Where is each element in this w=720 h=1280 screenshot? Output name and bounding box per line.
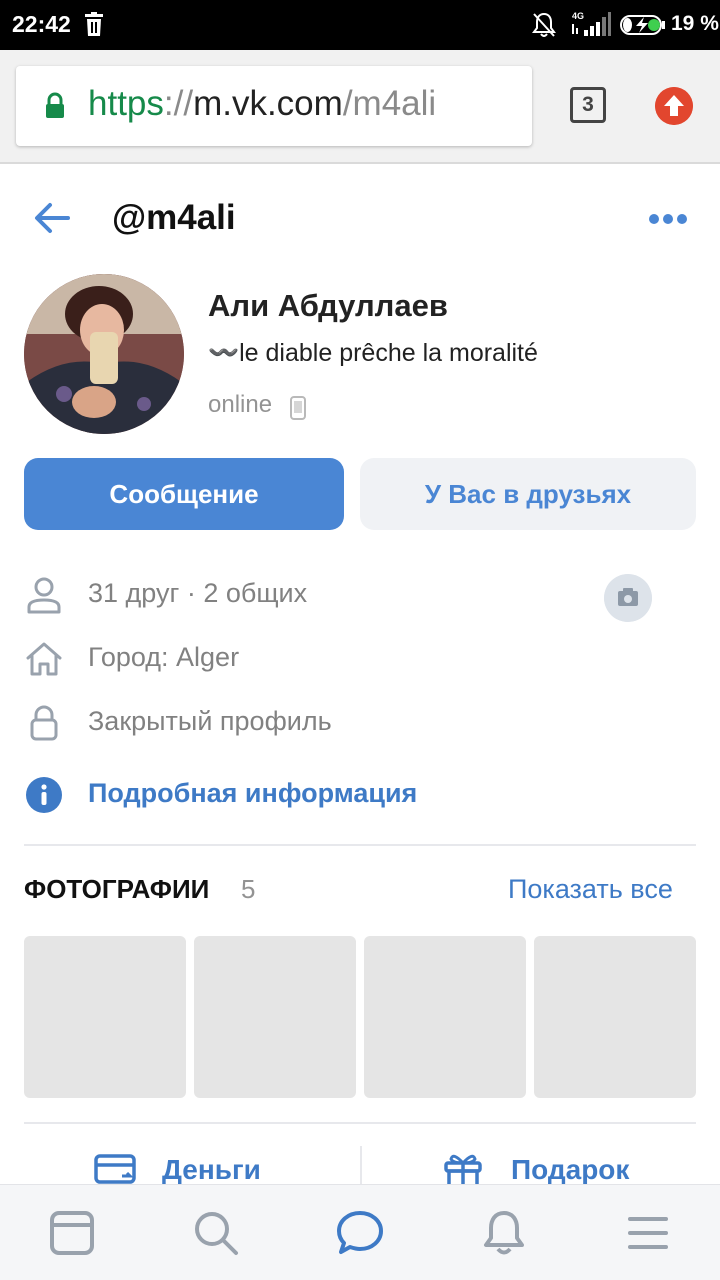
browser-toolbar: https://m.vk.com/m4ali 3	[0, 50, 720, 164]
mobile-icon	[290, 396, 306, 420]
back-arrow-icon[interactable]	[30, 196, 74, 240]
friends-row[interactable]: 31 друг · 2 общих	[24, 572, 704, 616]
gift-label: Подарок	[511, 1154, 630, 1185]
divider	[24, 844, 696, 846]
message-button[interactable]: Сообщение	[24, 458, 344, 530]
closed-profile-text: Закрытый профиль	[88, 706, 332, 736]
search-icon[interactable]	[192, 1209, 240, 1257]
divider	[360, 1146, 362, 1186]
profile-status: 〰️le diable prêche la moralité	[208, 339, 538, 367]
lock-icon	[30, 705, 58, 741]
online-status: online	[208, 391, 273, 418]
friends-text: 31 друг · 2 общих	[88, 578, 308, 608]
profile-name: Али Абдуллаев	[208, 288, 448, 323]
battery-icon	[620, 15, 665, 35]
tab-switcher-button[interactable]: 3	[570, 87, 606, 123]
city-row: Город: Alger	[24, 636, 704, 680]
feed-icon[interactable]	[48, 1209, 96, 1257]
info-icon	[26, 777, 62, 813]
money-label: Деньги	[162, 1154, 261, 1185]
notifications-icon[interactable]	[480, 1209, 528, 1257]
trash-icon	[85, 12, 103, 36]
photo-thumbnail[interactable]	[24, 936, 186, 1098]
photo-thumbnail[interactable]	[534, 936, 696, 1098]
photos-title: ФОТОГРАФИИ	[24, 874, 210, 904]
money-card-icon	[94, 1154, 136, 1184]
city-text: Город: Alger	[88, 642, 240, 672]
friends-button[interactable]: У Вас в друзьях	[360, 458, 696, 530]
show-all-photos-link[interactable]: Показать все	[508, 874, 673, 905]
more-options-icon[interactable]	[640, 206, 696, 232]
camera-icon[interactable]	[604, 574, 652, 622]
menu-icon[interactable]	[624, 1209, 672, 1257]
home-icon	[26, 642, 62, 676]
details-link[interactable]: Подробная информация	[88, 778, 417, 809]
upload-icon[interactable]	[655, 87, 693, 125]
url-text[interactable]: https://m.vk.com/m4ali	[88, 84, 436, 124]
svg-text:4G: 4G	[572, 11, 584, 21]
signal-icon: 4G	[572, 11, 611, 36]
gift-icon	[444, 1154, 482, 1188]
status-bar: 22:42 4G 19 %	[0, 0, 720, 50]
photo-thumbnail[interactable]	[194, 936, 356, 1098]
battery-percent: 19 %	[671, 12, 719, 35]
photos-count: 5	[241, 874, 256, 904]
user-icon	[27, 577, 61, 614]
lock-icon	[46, 92, 64, 118]
bottom-navigation	[0, 1184, 720, 1280]
notifications-off-icon	[532, 12, 556, 37]
closed-profile-row: Закрытый профиль	[24, 700, 704, 744]
divider	[24, 1122, 696, 1124]
messages-icon[interactable]	[336, 1209, 384, 1257]
page-title: @m4ali	[112, 198, 236, 237]
status-time: 22:42	[12, 11, 71, 37]
details-row[interactable]: Подробная информация	[24, 772, 704, 816]
address-bar[interactable]: https://m.vk.com/m4ali	[16, 66, 532, 146]
avatar[interactable]	[24, 274, 184, 434]
photo-thumbnail[interactable]	[364, 936, 526, 1098]
